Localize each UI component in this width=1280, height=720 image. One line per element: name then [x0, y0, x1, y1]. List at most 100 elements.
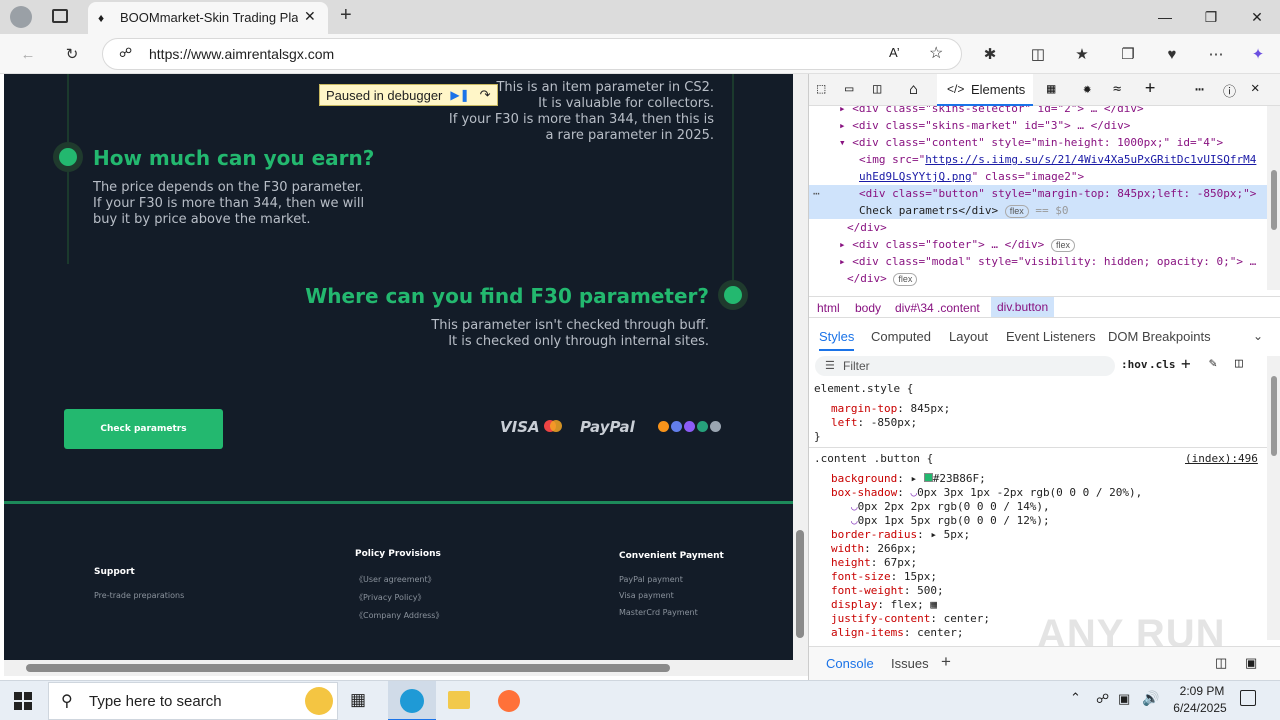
browser-essentials-icon[interactable]: ♥	[1156, 38, 1188, 70]
dom-node-selected[interactable]: <div class="button" style="margin-top: 8…	[859, 185, 1256, 202]
style-property[interactable]: font-size: 15px;	[831, 570, 937, 584]
split-screen-icon[interactable]: ◫	[1022, 38, 1054, 70]
color-swatch[interactable]	[923, 473, 933, 482]
refresh-button[interactable]: ↻	[56, 38, 88, 70]
styles-filter-input[interactable]: ☰ Filter	[815, 356, 1115, 376]
page-vertical-scrollbar[interactable]	[793, 74, 808, 660]
dom-node[interactable]: ▸ <div class="skins-market" id="3"> … </…	[839, 117, 1130, 134]
tab-dom-breakpoints[interactable]: DOM Breakpoints	[1108, 329, 1211, 344]
dom-node[interactable]: ▸ <div class="footer"> … </div> flex	[839, 236, 1075, 253]
firefox-icon[interactable]	[498, 690, 520, 712]
dom-node[interactable]: ▾ <div class="content" style="min-height…	[839, 134, 1223, 151]
new-tab-button[interactable]: +	[340, 4, 352, 27]
collections-icon[interactable]: ❐	[1112, 38, 1144, 70]
dock-side-icon[interactable]: ◫	[873, 81, 881, 97]
add-tool-icon[interactable]: +	[1145, 78, 1155, 98]
flex-badge[interactable]: flex	[893, 273, 918, 286]
profile-icon[interactable]	[10, 6, 32, 28]
footer-link[interactable]: 《Company Address》	[355, 610, 443, 621]
notifications-icon[interactable]	[1240, 690, 1256, 706]
drawer-tab-issues[interactable]: Issues	[891, 656, 929, 671]
hov-toggle[interactable]: :hov	[1121, 358, 1148, 371]
inspect-element-icon[interactable]: ⬚	[817, 81, 825, 97]
flex-badge[interactable]: flex	[1050, 239, 1075, 252]
footer-link[interactable]: MasterCrd Payment	[619, 608, 698, 617]
close-devtools-icon[interactable]: ✕	[1251, 80, 1259, 96]
style-property[interactable]: margin-top: 845px;	[831, 402, 950, 416]
resume-icon[interactable]: ▶❚	[450, 88, 469, 102]
back-button[interactable]: ←	[12, 38, 44, 70]
network-tab-icon[interactable]: ≈	[1113, 81, 1121, 97]
footer-link[interactable]: Visa payment	[619, 591, 674, 600]
task-view-icon[interactable]: ▦	[350, 690, 366, 710]
clock-time[interactable]: 2:09 PM	[1174, 684, 1230, 698]
style-property[interactable]: display: flex; ▦	[831, 598, 937, 612]
clock-date[interactable]: 6/24/2025	[1168, 701, 1232, 715]
footer-link[interactable]: 《Privacy Policy》	[355, 592, 426, 603]
windows-start-icon[interactable]	[14, 692, 32, 710]
wifi-tray-icon[interactable]: ▣	[1118, 691, 1130, 707]
tab-computed[interactable]: Computed	[871, 329, 931, 344]
device-emulation-icon[interactable]: ▭	[845, 81, 853, 97]
extensions-icon[interactable]: ✱	[974, 38, 1006, 70]
undock-drawer-icon[interactable]: ◫	[1215, 655, 1227, 671]
lock-icon[interactable]: ☍	[119, 45, 132, 61]
favorite-star-icon[interactable]: ☆	[929, 43, 943, 63]
dom-scrollbar[interactable]	[1267, 106, 1280, 290]
close-window-button[interactable]: ✕	[1234, 0, 1280, 34]
minimize-button[interactable]: —	[1142, 0, 1188, 34]
toggle-element-state-icon[interactable]: ✎	[1209, 356, 1217, 371]
breadcrumb-item[interactable]: div#\34 .content	[895, 301, 980, 315]
breadcrumb-item-active[interactable]: div.button	[991, 297, 1055, 317]
dom-node-selected[interactable]: Check parametrs</div> flex == $0	[859, 202, 1068, 219]
dom-node[interactable]: uhEd9LQsYYtjQ.png" class="image2">	[859, 168, 1084, 185]
breadcrumb-item[interactable]: html	[817, 301, 840, 315]
scroll-thumb[interactable]	[1271, 170, 1277, 230]
style-property-continuation[interactable]: ◡0px 2px 2px rgb(0 0 0 / 14%),	[851, 500, 1050, 514]
show-hidden-icons[interactable]: ⌃	[1070, 690, 1081, 706]
style-property[interactable]: left: -850px;	[831, 416, 917, 430]
active-tab[interactable]: ♦ BOOMmarket-Skin Trading Platfo ✕	[88, 2, 328, 34]
cls-toggle[interactable]: .cls	[1149, 358, 1176, 371]
breadcrumb-item[interactable]: body	[855, 301, 881, 315]
dom-node[interactable]: ▸ <div class="skins-selector" id="2"> … …	[839, 106, 1144, 117]
tab-event-listeners[interactable]: Event Listeners	[1006, 329, 1096, 344]
dom-node[interactable]: </div>	[847, 219, 887, 236]
copilot-icon[interactable]: ✦	[1242, 38, 1274, 70]
more-menu-icon[interactable]: ⋯	[1200, 38, 1232, 70]
check-parametrs-button[interactable]: Check parametrs	[64, 409, 223, 449]
dom-node[interactable]: </div> flex	[847, 270, 918, 287]
more-tools-icon[interactable]: ⋯	[1195, 80, 1204, 98]
style-property[interactable]: align-items: center;	[831, 626, 963, 640]
style-property[interactable]: border-radius: ▸ 5px;	[831, 528, 970, 542]
style-property[interactable]: justify-content: center;	[831, 612, 990, 626]
style-property[interactable]: box-shadow: ◡0px 3px 1px -2px rgb(0 0 0 …	[831, 486, 1142, 500]
scroll-thumb[interactable]	[796, 530, 804, 638]
tab-close-icon[interactable]: ✕	[304, 8, 316, 25]
volume-tray-icon[interactable]: 🔊	[1142, 690, 1159, 707]
style-property[interactable]: width: 266px;	[831, 542, 917, 556]
close-drawer-icon[interactable]: ▣	[1245, 655, 1257, 671]
welcome-home-icon[interactable]: ⌂	[909, 80, 918, 98]
network-tray-icon[interactable]: ☍	[1096, 691, 1109, 707]
edge-taskbar-icon[interactable]	[388, 681, 436, 720]
url-bar[interactable]: ☍ https://www.aimrentalsgx.com A’ ☆	[102, 38, 962, 70]
shadow-editor-icon[interactable]: ◡	[851, 500, 858, 513]
page-horizontal-scrollbar[interactable]	[4, 660, 808, 676]
step-over-icon[interactable]: ↷	[480, 87, 491, 103]
chevron-down-icon[interactable]: ⌄	[1253, 329, 1263, 343]
scroll-thumb[interactable]	[26, 664, 670, 672]
rule-source-link[interactable]: (index):496	[1185, 452, 1258, 466]
add-drawer-tab-icon[interactable]: +	[941, 652, 951, 672]
dom-node-selected[interactable]: ⋯	[813, 185, 820, 202]
style-property-continuation[interactable]: ◡0px 1px 5px rgb(0 0 0 / 12%);	[851, 514, 1050, 528]
tab-layout[interactable]: Layout	[949, 329, 988, 344]
image-link[interactable]: uhEd9LQsYYtjQ.png	[859, 170, 972, 183]
flex-badge[interactable]: flex	[1004, 205, 1029, 218]
flex-editor-icon[interactable]: ▦	[930, 598, 937, 611]
styles-scrollbar[interactable]	[1267, 356, 1280, 640]
dom-node[interactable]: <img src="https://s.iimg.su/s/21/4Wiv4Xa…	[859, 151, 1256, 168]
image-link[interactable]: https://s.iimg.su/s/21/4Wiv4Xa5uPxGRitDc…	[925, 153, 1256, 166]
dom-node[interactable]: ▸ <div class="modal" style="visibility: …	[839, 253, 1256, 270]
help-icon[interactable]: ⓘ	[1223, 81, 1236, 100]
